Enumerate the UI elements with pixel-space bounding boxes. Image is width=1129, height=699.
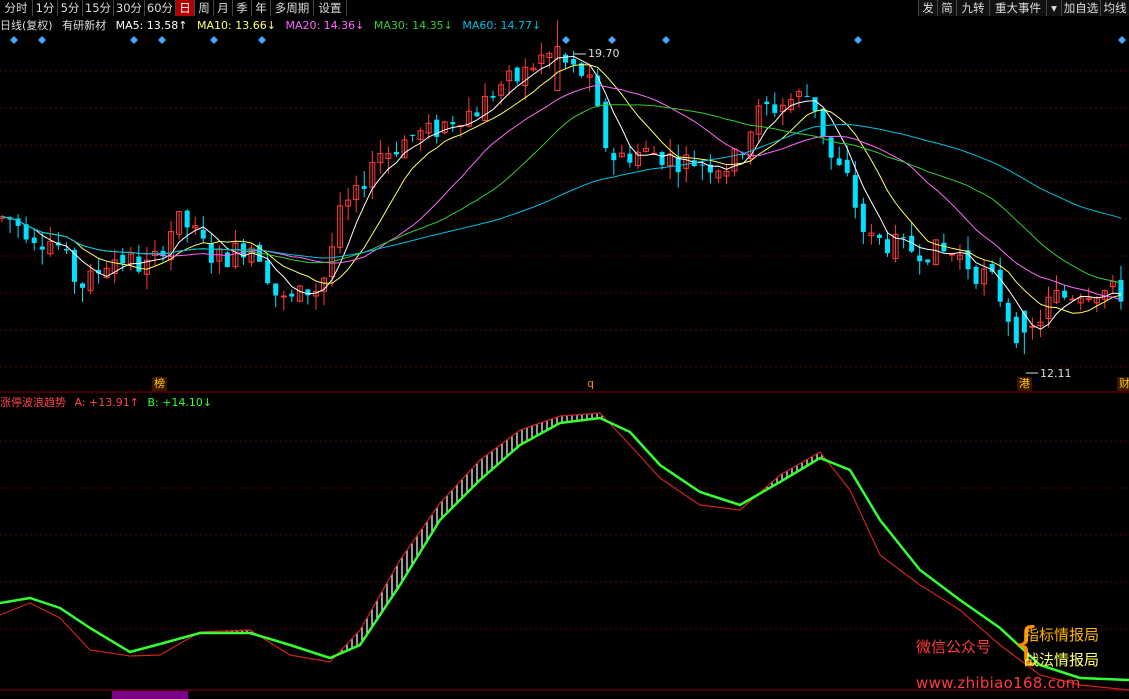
indicator-a-value: A: +13.91↑ — [74, 396, 139, 409]
candle-body — [812, 97, 818, 112]
signal-diamond-icon — [562, 36, 570, 44]
candle-body — [1013, 316, 1019, 344]
high-price-label: 19.70 — [588, 47, 620, 60]
event-marker-q[interactable]: q — [585, 377, 596, 391]
candle-body — [659, 152, 665, 165]
candle-body — [71, 249, 77, 282]
candle-body — [627, 153, 633, 163]
candle-body — [925, 259, 931, 263]
candle-body — [120, 254, 126, 264]
candle-body — [474, 112, 480, 117]
signal-diamond-icon — [210, 36, 218, 44]
candle-body — [490, 96, 496, 98]
candle-body — [563, 54, 568, 63]
candle-body — [39, 246, 45, 250]
candle-body — [989, 263, 995, 272]
candle-body — [393, 151, 399, 155]
low-price-label: 12.11 — [1040, 367, 1072, 380]
candle-body — [80, 283, 85, 288]
event-marker-cai[interactable]: 财 — [1117, 377, 1129, 391]
candle-body — [852, 175, 858, 208]
candle-body — [136, 256, 142, 272]
candle-body — [611, 153, 617, 161]
candle-body — [280, 295, 287, 298]
candle-body — [917, 255, 923, 262]
signal-diamond-icon — [854, 36, 862, 44]
watermark: 微信公众号 { 指标情报局 战法情报局 www.zhibiao168.com — [916, 620, 1126, 699]
candle-body — [450, 122, 456, 125]
candle-body — [184, 210, 190, 228]
signal-diamond-icon — [608, 36, 616, 44]
kline-chart[interactable] — [0, 0, 1129, 699]
candle-body — [514, 67, 520, 82]
candle-body — [764, 101, 770, 105]
candle-body — [265, 260, 271, 284]
ma20-line — [1, 84, 1122, 301]
signal-diamond-icon — [130, 36, 138, 44]
event-marker-gang[interactable]: 港 — [1017, 377, 1032, 391]
watermark-line1: 指标情报局 — [1024, 626, 1100, 644]
candle-body — [699, 164, 705, 166]
indicator-b-value: B: +14.10↓ — [147, 396, 213, 409]
signal-diamond-icon — [158, 36, 166, 44]
candle-body — [860, 203, 866, 232]
watermark-line2: 战法情报局 — [1024, 651, 1100, 669]
candle-body — [675, 157, 681, 173]
candle-body — [901, 237, 907, 239]
watermark-wechat: 微信公众号 — [916, 638, 992, 656]
candle-body — [289, 293, 295, 297]
candle-body — [31, 237, 37, 243]
candle-body — [820, 108, 826, 137]
signal-diamond-icon — [1118, 36, 1126, 44]
candle-body — [603, 101, 609, 149]
date-cursor — [112, 691, 188, 699]
candle-body — [361, 186, 367, 189]
indicator-name: 涨停波浪趋势 — [0, 396, 66, 409]
candle-body — [63, 249, 69, 251]
signal-diamond-icon — [662, 36, 670, 44]
candle-body — [973, 266, 979, 284]
candle-body — [876, 234, 882, 238]
candle-body — [885, 239, 890, 254]
ma60-line — [1, 123, 1122, 259]
watermark-url: www.zhibiao168.com — [916, 674, 1081, 692]
candle-body — [410, 134, 416, 136]
candle-body — [804, 95, 810, 97]
candle-body — [273, 283, 279, 296]
event-marker-bang[interactable]: 榜 — [152, 377, 167, 391]
candle-body — [836, 158, 842, 165]
candle-body — [1005, 302, 1011, 322]
candle-body — [772, 104, 778, 113]
ma10-line — [1, 64, 1122, 314]
indicator-info-bar: 涨停波浪趋势 A: +13.91↑ B: +14.10↓ — [0, 395, 217, 411]
signal-diamond-icon — [38, 36, 46, 44]
candle-body — [844, 159, 850, 173]
candle-body — [571, 58, 577, 65]
candle-body — [200, 229, 206, 239]
candle-body — [997, 269, 1003, 302]
candle-body — [1062, 290, 1068, 298]
candle-body — [208, 243, 214, 263]
signal-diamond-icon — [10, 36, 18, 44]
signal-diamond-icon — [258, 36, 266, 44]
